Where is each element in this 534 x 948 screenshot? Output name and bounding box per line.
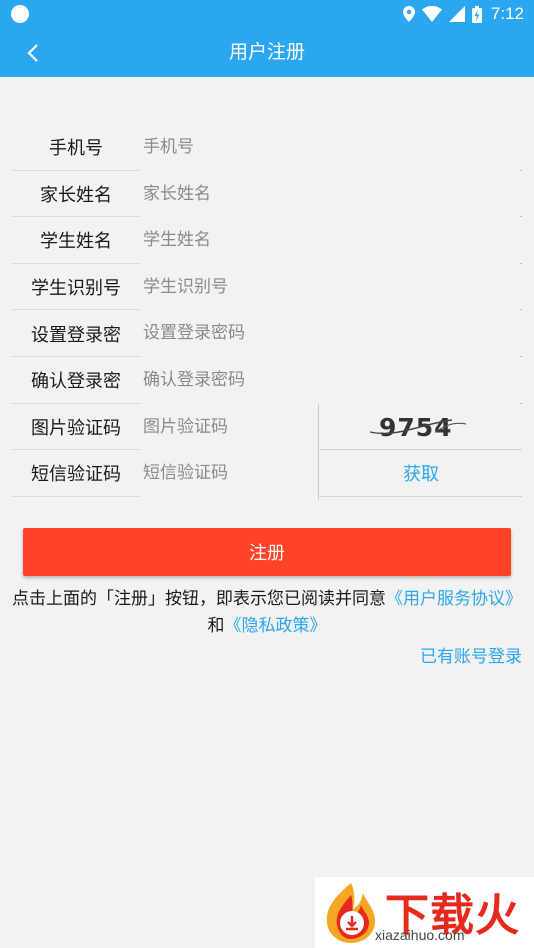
battery-icon bbox=[471, 5, 482, 23]
student-name-row: 学生姓名 bbox=[11, 217, 522, 264]
password-label: 设置登录密 bbox=[31, 324, 121, 346]
image-captcha-input[interactable] bbox=[143, 406, 315, 447]
confirm-password-label: 确认登录密 bbox=[31, 371, 121, 393]
confirm-password-input[interactable] bbox=[143, 359, 519, 400]
app-bar: 用户注册 bbox=[0, 28, 534, 77]
wifi-icon bbox=[421, 6, 442, 22]
existing-account-login-link[interactable]: 已有账号登录 bbox=[420, 642, 522, 667]
notification-dot-icon bbox=[11, 5, 29, 23]
student-id-input[interactable] bbox=[143, 266, 519, 307]
sms-code-input[interactable] bbox=[143, 453, 315, 494]
page-title: 用户注册 bbox=[228, 41, 305, 63]
user-agreement-link[interactable]: 《用户服务协议》 bbox=[386, 589, 522, 609]
sms-code-label: 短信验证码 bbox=[31, 464, 121, 486]
parent-name-input[interactable] bbox=[143, 173, 519, 214]
captcha-image[interactable]: 9754 bbox=[320, 404, 522, 451]
sms-code-row: 短信验证码 获取 bbox=[11, 450, 522, 501]
status-time: 7:12 bbox=[490, 4, 524, 23]
privacy-policy-link[interactable]: 《隐私政策》 bbox=[225, 616, 327, 636]
student-name-input[interactable] bbox=[143, 220, 519, 261]
phone-label: 手机号 bbox=[49, 138, 103, 160]
phone-input[interactable] bbox=[143, 127, 519, 167]
fire-logo-icon bbox=[326, 883, 375, 943]
image-captcha-row: 图片验证码 9754 bbox=[11, 403, 522, 451]
chevron-left-icon bbox=[27, 44, 38, 62]
back-button[interactable] bbox=[14, 34, 52, 72]
registration-form: 手机号 家长姓名 学生姓名 学生识别号 设置登录密 确认登录密 图片验证码 bbox=[11, 124, 522, 501]
watermark: 下载火 xiazaihuo.com bbox=[315, 877, 534, 948]
signal-icon bbox=[448, 6, 465, 22]
watermark-url: xiazaihuo.com bbox=[375, 927, 465, 943]
agreement-text: 点击上面的「注册」按钮，即表示您已阅读并同意《用户服务协议》和《隐私政策》 bbox=[8, 586, 526, 640]
confirm-password-row: 确认登录密 bbox=[11, 357, 522, 404]
student-name-label: 学生姓名 bbox=[40, 231, 112, 253]
register-button[interactable]: 注册 bbox=[23, 528, 511, 576]
phone-row: 手机号 bbox=[11, 124, 522, 171]
image-captcha-label: 图片验证码 bbox=[31, 417, 121, 439]
get-sms-code-button[interactable]: 获取 bbox=[403, 460, 439, 486]
student-id-row: 学生识别号 bbox=[11, 264, 522, 311]
captcha-graphic: 9754 bbox=[369, 413, 467, 442]
password-input[interactable] bbox=[143, 313, 519, 354]
status-icons: 7:12 bbox=[402, 4, 524, 24]
password-row: 设置登录密 bbox=[11, 310, 522, 357]
student-id-label: 学生识别号 bbox=[31, 278, 121, 300]
agreement-prefix: 点击上面的「注册」按钮，即表示您已阅读并同意 bbox=[12, 589, 386, 609]
location-icon bbox=[402, 6, 415, 22]
parent-name-row: 家长姓名 bbox=[11, 171, 522, 218]
parent-name-label: 家长姓名 bbox=[40, 184, 112, 206]
status-bar: 7:12 bbox=[0, 0, 534, 28]
agreement-conjunction: 和 bbox=[207, 616, 225, 636]
